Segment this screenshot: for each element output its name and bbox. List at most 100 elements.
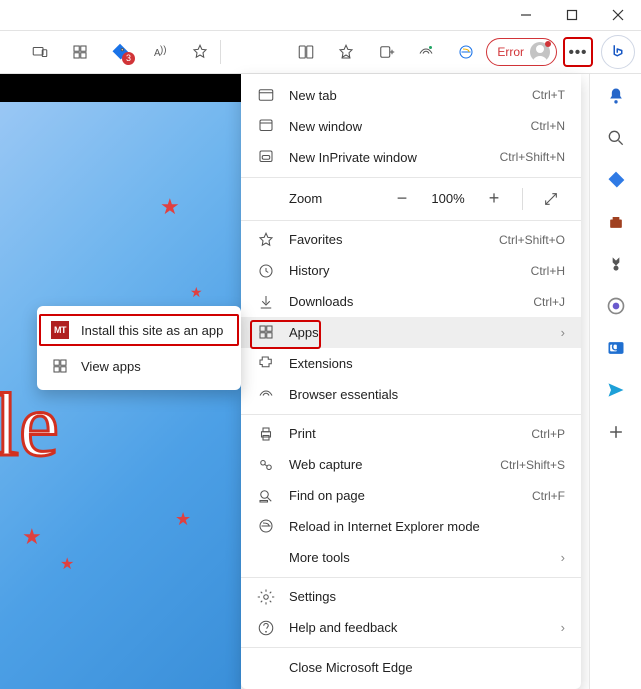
badge-count: 3 (122, 52, 135, 65)
maximize-button[interactable] (549, 0, 595, 30)
apps-submenu: MT Install this site as an app View apps (37, 306, 241, 390)
menu-shortcut: Ctrl+N (531, 119, 565, 133)
settings-and-more-button[interactable]: ••• (563, 37, 593, 67)
zoom-out-button[interactable]: − (388, 185, 416, 213)
minimize-button[interactable] (503, 0, 549, 30)
zoom-label: Zoom (289, 191, 378, 206)
menu-label: New InPrivate window (289, 150, 486, 165)
collections-icon[interactable] (366, 32, 406, 72)
bing-chat-button[interactable] (601, 35, 635, 69)
menu-separator (241, 414, 581, 415)
menu-close-edge[interactable]: Close Microsoft Edge (241, 652, 581, 683)
menu-more-tools[interactable]: More tools › (241, 542, 581, 573)
menu-find[interactable]: Find on page Ctrl+F (241, 480, 581, 511)
menu-label: Find on page (289, 488, 518, 503)
submenu-view-apps[interactable]: View apps (37, 348, 241, 384)
menu-label: Extensions (289, 356, 565, 371)
menu-shortcut: Ctrl+T (532, 88, 565, 102)
edge-sidebar: O (589, 74, 641, 689)
menu-web-capture[interactable]: Web capture Ctrl+Shift+S (241, 449, 581, 480)
sidebar-add-button[interactable] (604, 420, 628, 444)
menu-help[interactable]: Help and feedback › (241, 612, 581, 643)
site-badge-icon: MT (51, 321, 69, 339)
read-aloud-icon[interactable]: A)) (140, 32, 180, 72)
menu-print[interactable]: Print Ctrl+P (241, 418, 581, 449)
menu-apps[interactable]: Apps › (241, 317, 581, 348)
submenu-install-app[interactable]: MT Install this site as an app (37, 312, 241, 348)
sidebar-shopping-icon[interactable] (604, 168, 628, 192)
settings-menu: New tab Ctrl+T New window Ctrl+N New InP… (241, 74, 581, 689)
menu-ie-mode[interactable]: Reload in Internet Explorer mode (241, 511, 581, 542)
menu-label: Reload in Internet Explorer mode (289, 519, 565, 534)
favorite-star-icon[interactable] (180, 32, 220, 72)
split-screen-icon[interactable] (286, 32, 326, 72)
menu-shortcut: Ctrl+Shift+S (500, 458, 565, 472)
devices-icon[interactable] (20, 32, 60, 72)
sidebar-games-icon[interactable] (604, 252, 628, 276)
submenu-label: View apps (81, 359, 141, 374)
menu-label: History (289, 263, 517, 278)
menu-label: Web capture (289, 457, 486, 472)
chevron-right-icon: › (561, 550, 565, 565)
menu-separator (241, 647, 581, 648)
fullscreen-button[interactable] (537, 185, 565, 213)
grid-icon[interactable] (60, 32, 100, 72)
error-label: Error (497, 45, 524, 59)
menu-new-window[interactable]: New window Ctrl+N (241, 111, 581, 142)
shopping-tag-icon[interactable]: 3 (100, 32, 140, 72)
menu-favorites[interactable]: Favorites Ctrl+Shift+O (241, 225, 581, 256)
menu-shortcut: Ctrl+H (531, 264, 565, 278)
sidebar-copilot-icon[interactable] (604, 294, 628, 318)
profile-error-pill[interactable]: Error (486, 38, 557, 66)
menu-label: Browser essentials (289, 387, 565, 402)
menu-history[interactable]: History Ctrl+H (241, 255, 581, 286)
chevron-right-icon: › (561, 325, 565, 340)
menu-zoom-row: Zoom − 100% + (241, 181, 581, 215)
menu-label: Close Microsoft Edge (289, 660, 565, 675)
menu-new-inprivate[interactable]: New InPrivate window Ctrl+Shift+N (241, 142, 581, 173)
menu-essentials[interactable]: Browser essentials (241, 379, 581, 410)
window-controls (503, 0, 641, 30)
menu-new-tab[interactable]: New tab Ctrl+T (241, 80, 581, 111)
menu-label: Favorites (289, 232, 485, 247)
zoom-separator (522, 188, 523, 210)
submenu-label: Install this site as an app (81, 323, 223, 338)
notification-dot-icon (545, 41, 551, 47)
menu-extensions[interactable]: Extensions (241, 348, 581, 379)
menu-label: Help and feedback (289, 620, 547, 635)
sidebar-outlook-icon[interactable]: O (604, 336, 628, 360)
menu-shortcut: Ctrl+F (532, 489, 565, 503)
performance-icon[interactable] (406, 32, 446, 72)
more-dots-icon: ••• (569, 45, 588, 60)
menu-downloads[interactable]: Downloads Ctrl+J (241, 286, 581, 317)
svg-text:O: O (611, 342, 619, 354)
sidebar-tools-icon[interactable] (604, 210, 628, 234)
menu-shortcut: Ctrl+Shift+O (499, 233, 565, 247)
menu-label: Print (289, 426, 517, 441)
zoom-in-button[interactable]: + (480, 185, 508, 213)
sidebar-bell-icon[interactable] (604, 84, 628, 108)
ie-mode-icon[interactable] (446, 32, 486, 72)
menu-settings[interactable]: Settings (241, 582, 581, 613)
favorites-list-icon[interactable] (326, 32, 366, 72)
menu-label: Settings (289, 589, 565, 604)
toolbar-separator (220, 40, 221, 64)
menu-shortcut: Ctrl+Shift+N (500, 150, 565, 164)
menu-shortcut: Ctrl+J (533, 295, 565, 309)
menu-label: Apps (289, 325, 547, 340)
menu-label: Downloads (289, 294, 519, 309)
chevron-right-icon: › (561, 620, 565, 635)
close-button[interactable] (595, 0, 641, 30)
menu-label: New window (289, 119, 517, 134)
menu-separator (241, 177, 581, 178)
menu-shortcut: Ctrl+P (531, 427, 565, 441)
menu-separator (241, 220, 581, 221)
menu-label: More tools (289, 550, 547, 565)
sidebar-search-icon[interactable] (604, 126, 628, 150)
zoom-value: 100% (426, 191, 470, 206)
browser-toolbar: 3 A)) Error ••• (0, 30, 641, 74)
sidebar-send-icon[interactable] (604, 378, 628, 402)
svg-text:)): )) (160, 45, 167, 56)
menu-label: New tab (289, 88, 518, 103)
menu-separator (241, 577, 581, 578)
